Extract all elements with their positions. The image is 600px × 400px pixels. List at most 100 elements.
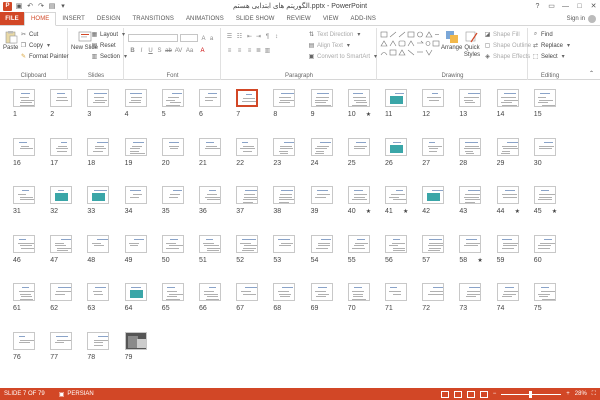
slide-thumbnail-53[interactable] [273,234,296,253]
tab-transitions[interactable]: TRANSITIONS [127,12,180,25]
slide-thumbnail-19[interactable] [124,137,147,156]
slide-thumbnail-54[interactable] [310,234,333,253]
slideshow-view-icon[interactable] [479,390,488,398]
slide-thumbnail-61[interactable] [13,283,35,301]
arrange-button[interactable]: Arrange [441,30,462,51]
fit-to-window-icon[interactable]: ⛶ [592,391,596,398]
slide-thumbnail-20[interactable] [161,137,184,156]
find-button[interactable]: ⌕ Find [532,31,553,38]
slide-thumbnail-52[interactable] [236,234,259,253]
slide-thumbnail-78[interactable] [87,331,110,350]
slide-thumbnail-65[interactable] [161,283,184,301]
font-size-combo[interactable] [180,34,198,42]
line-spacing-icon[interactable]: ↕ [273,33,280,40]
powerpoint-icon[interactable]: P [3,1,12,11]
normal-view-icon[interactable] [440,390,449,398]
slide-thumbnail-28[interactable] [459,137,482,156]
slide-thumbnail-7[interactable] [236,89,259,107]
slide-thumbnail-66[interactable] [199,283,221,301]
zoom-in-icon[interactable]: + [566,391,570,397]
slide-thumbnail-51[interactable] [199,234,221,253]
language-indicator[interactable]: ▣ PERSIAN [59,391,94,398]
bold-icon[interactable]: B [129,47,136,54]
slide-thumbnail-75[interactable] [533,283,556,301]
quick-styles-button[interactable]: Quick Styles [462,30,482,59]
slide-thumbnail-33[interactable] [87,186,110,204]
slide-thumbnail-15[interactable] [533,89,556,107]
slide-sorter-view-icon[interactable] [453,390,462,398]
slide-thumbnail-74[interactable] [496,283,519,301]
increase-indent-icon[interactable]: ⇥ [255,33,262,40]
slide-thumbnail-44[interactable] [496,186,519,204]
slide-thumbnail-10[interactable] [347,89,370,107]
slide-thumbnail-63[interactable] [87,283,110,301]
slide-thumbnail-47[interactable] [50,234,73,253]
slide-thumbnail-34[interactable] [124,186,147,204]
slide-thumbnail-71[interactable] [385,283,407,301]
slide-thumbnail-37[interactable] [236,186,259,204]
minimize-icon[interactable]: — [561,3,570,10]
slide-thumbnail-24[interactable] [310,137,333,156]
shadow-icon[interactable]: S [156,47,163,54]
slide-thumbnail-5[interactable] [161,89,184,107]
layout-button[interactable]: ▦ Layout ▾ [91,31,127,39]
convert-smartart-button[interactable]: ▣ Convert to SmartArt ▾ [308,53,379,61]
slide-thumbnail-39[interactable] [310,186,333,204]
slide-thumbnail-58[interactable] [459,234,482,253]
section-button[interactable]: ▥ Section ▾ [91,53,129,61]
slide-thumbnail-11[interactable] [385,89,407,107]
slide-thumbnail-76[interactable] [13,331,35,350]
slide-thumbnail-67[interactable] [236,283,259,301]
close-icon[interactable]: ✕ [589,2,598,10]
slide-thumbnail-3[interactable] [87,89,110,107]
justify-icon[interactable]: ≣ [255,47,262,54]
zoom-level[interactable]: 28% [575,391,587,397]
slide-thumbnail-72[interactable] [422,283,445,301]
slide-thumbnail-13[interactable] [459,89,482,107]
tab-review[interactable]: REVIEW [281,12,317,25]
slide-thumbnail-46[interactable] [13,234,35,253]
slide-thumbnail-16[interactable] [13,137,35,156]
slideshow-icon[interactable]: ▤ [48,2,56,10]
shapes-gallery[interactable] [380,31,440,65]
rtl-icon[interactable]: ¶ [264,33,271,40]
slide-thumbnail-70[interactable] [347,283,370,301]
tab-view[interactable]: VIEW [317,12,345,25]
align-right-icon[interactable]: ≡ [246,47,253,54]
customize-qat-icon[interactable]: ▾ [59,2,67,10]
zoom-slider[interactable] [501,390,562,398]
slide-thumbnail-2[interactable] [50,89,73,107]
tab-animations[interactable]: ANIMATIONS [180,12,230,25]
slide-thumbnail-59[interactable] [496,234,519,253]
help-icon[interactable]: ? [533,3,542,10]
align-text-button[interactable]: ▤ Align Text ▾ [308,42,352,50]
tab-design[interactable]: DESIGN [91,12,127,25]
slide-thumbnail-35[interactable] [161,186,184,204]
slide-thumbnail-73[interactable] [459,283,482,301]
slide-thumbnail-43[interactable] [459,186,482,204]
spacing-icon[interactable]: AV [175,47,183,54]
slide-thumbnail-14[interactable] [496,89,519,107]
slide-thumbnail-22[interactable] [236,137,259,156]
zoom-out-icon[interactable]: − [493,391,497,397]
tab-file[interactable]: FILE [0,12,24,25]
slide-thumbnail-29[interactable] [496,137,519,156]
slide-thumbnail-42[interactable] [422,186,445,204]
font-name-combo[interactable] [128,34,178,42]
copy-button[interactable]: ❐ Copy ▾ [20,42,52,50]
columns-icon[interactable]: ▥ [264,47,271,54]
ribbon-display-icon[interactable]: ▭ [547,2,556,10]
reading-view-icon[interactable] [466,390,475,398]
redo-icon[interactable]: ↷ [37,2,45,10]
slide-thumbnail-36[interactable] [199,186,221,204]
shrink-font-icon[interactable]: a [208,35,215,42]
align-center-icon[interactable]: ≡ [236,47,243,54]
slide-thumbnail-41[interactable] [385,186,407,204]
slide-thumbnail-9[interactable] [310,89,333,107]
text-direction-button[interactable]: ⇅ Text Direction ▾ [308,31,362,39]
slide-thumbnail-45[interactable] [533,186,556,204]
zoom-slider-thumb[interactable] [528,390,532,398]
tab-home[interactable]: HOME [24,12,57,26]
shape-effects-button[interactable]: ◈ Shape Effects [484,53,530,61]
bullets-icon[interactable]: ☰ [226,33,233,40]
